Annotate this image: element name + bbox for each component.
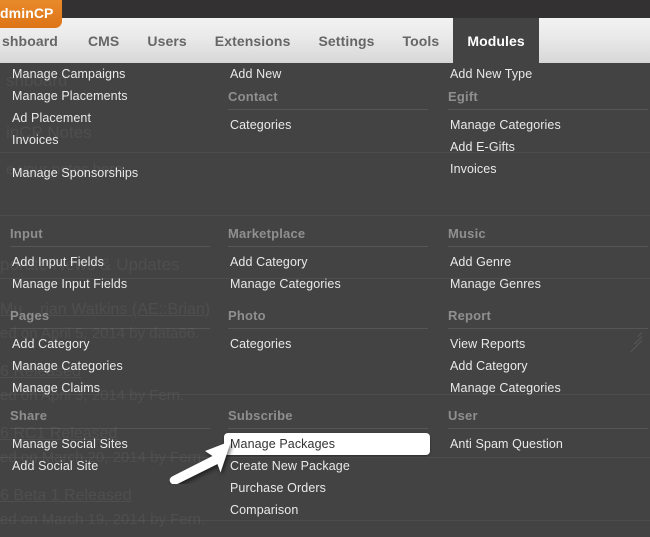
- menu-item-egift-manage-categories[interactable]: Manage Categories: [448, 114, 648, 136]
- menu-group-photo: Photo Categories: [228, 308, 428, 355]
- nav-tab-extensions[interactable]: Extensions: [201, 18, 305, 63]
- menu-item-add-input-fields[interactable]: Add Input Fields: [10, 251, 210, 273]
- menu-group-input: Input Add Input Fields Manage Input Fiel…: [10, 226, 210, 295]
- top-strip: [0, 0, 650, 18]
- nav-tab-cms[interactable]: CMS: [74, 18, 133, 63]
- menu-item-manage-sponsorships[interactable]: Manage Sponsorships: [10, 162, 210, 184]
- menu-item-ad-placement[interactable]: Ad Placement: [10, 107, 210, 129]
- menu-group-title-subscribe: Subscribe: [228, 408, 428, 429]
- menu-item-contact-categories[interactable]: Categories: [228, 114, 428, 136]
- nav-tab-tools[interactable]: Tools: [389, 18, 454, 63]
- menu-group-egift: Egift Manage Categories Add E-Gifts Invo…: [448, 89, 648, 180]
- menu-item-marketplace-add-category[interactable]: Add Category: [228, 251, 428, 273]
- admincp-screen: dminCP shboard CMS Users Extensions Sett…: [0, 0, 650, 537]
- primary-navigation: shboard CMS Users Extensions Settings To…: [0, 18, 539, 63]
- menu-group-contact: Contact Categories: [228, 89, 428, 136]
- modules-mega-menu: shboard inCP Notes e your notes here... …: [0, 63, 650, 537]
- menu-group-advertise: Manage Campaigns Manage Placements Ad Pl…: [10, 63, 210, 184]
- mega-menu-inner: Manage Campaigns Manage Placements Ad Pl…: [0, 63, 650, 537]
- menu-item-marketplace-manage-categories[interactable]: Manage Categories: [228, 273, 428, 295]
- menu-group-title-marketplace: Marketplace: [228, 226, 428, 247]
- menu-item-create-new-package[interactable]: Create New Package: [228, 455, 428, 477]
- nav-tab-modules[interactable]: Modules: [453, 18, 539, 63]
- menu-item-invoices-ads[interactable]: Invoices: [10, 129, 210, 151]
- menu-item-view-reports[interactable]: View Reports: [448, 333, 648, 355]
- menu-group-classified-top: Add New Type: [448, 63, 648, 85]
- menu-group-title-input: Input: [10, 226, 210, 247]
- menu-item-manage-campaigns[interactable]: Manage Campaigns: [10, 63, 210, 85]
- menu-item-manage-claims[interactable]: Manage Claims: [10, 377, 210, 399]
- menu-item-photo-categories[interactable]: Categories: [228, 333, 428, 355]
- menu-group-user: User Anti Spam Question: [448, 408, 648, 455]
- menu-group-title-report: Report: [448, 308, 648, 329]
- menu-item-add-new-type[interactable]: Add New Type: [448, 63, 648, 85]
- menu-group-pages: Pages Add Category Manage Categories Man…: [10, 308, 210, 399]
- menu-group-music: Music Add Genre Manage Genres: [448, 226, 648, 295]
- menu-group-title-photo: Photo: [228, 308, 428, 329]
- menu-item-manage-social-sites[interactable]: Manage Social Sites: [10, 433, 210, 455]
- menu-group-title-egift: Egift: [448, 89, 648, 110]
- menu-group-marketplace: Marketplace Add Category Manage Categori…: [228, 226, 428, 295]
- menu-item-report-manage-categories[interactable]: Manage Categories: [448, 377, 648, 399]
- admincp-logo[interactable]: dminCP: [0, 0, 62, 28]
- menu-group-title-user: User: [448, 408, 648, 429]
- band-separator-2: [0, 215, 650, 216]
- nav-tab-users[interactable]: Users: [133, 18, 200, 63]
- menu-item-add-new[interactable]: Add New: [228, 63, 428, 85]
- menu-item-pages-add-category[interactable]: Add Category: [10, 333, 210, 355]
- menu-group-share: Share Manage Social Sites Add Social Sit…: [10, 408, 210, 477]
- menu-group-blog-top: Add New: [228, 63, 428, 85]
- nav-tab-settings[interactable]: Settings: [304, 18, 388, 63]
- menu-item-manage-input-fields[interactable]: Manage Input Fields: [10, 273, 210, 295]
- menu-item-egift-invoices[interactable]: Invoices: [448, 158, 648, 180]
- menu-item-add-social-site[interactable]: Add Social Site: [10, 455, 210, 477]
- menu-group-report: Report View Reports Add Category Manage …: [448, 308, 648, 399]
- menu-item-manage-packages[interactable]: Manage Packages: [224, 433, 430, 455]
- menu-item-manage-genres[interactable]: Manage Genres: [448, 273, 648, 295]
- menu-group-subscribe: Subscribe Manage Packages Create New Pac…: [224, 408, 430, 521]
- menu-item-report-add-category[interactable]: Add Category: [448, 355, 648, 377]
- menu-item-purchase-orders[interactable]: Purchase Orders: [228, 477, 428, 499]
- menu-item-add-e-gifts[interactable]: Add E-Gifts: [448, 136, 648, 158]
- menu-item-add-genre[interactable]: Add Genre: [448, 251, 648, 273]
- menu-item-manage-placements[interactable]: Manage Placements: [10, 85, 210, 107]
- menu-group-title-share: Share: [10, 408, 210, 429]
- menu-item-pages-manage-categories[interactable]: Manage Categories: [10, 355, 210, 377]
- menu-item-anti-spam-question[interactable]: Anti Spam Question: [448, 433, 648, 455]
- menu-group-title-music: Music: [448, 226, 648, 247]
- resize-grip-icon: [626, 326, 643, 353]
- menu-item-comparison[interactable]: Comparison: [228, 499, 428, 521]
- menu-group-title-pages: Pages: [10, 308, 210, 329]
- menu-group-title-contact: Contact: [228, 89, 428, 110]
